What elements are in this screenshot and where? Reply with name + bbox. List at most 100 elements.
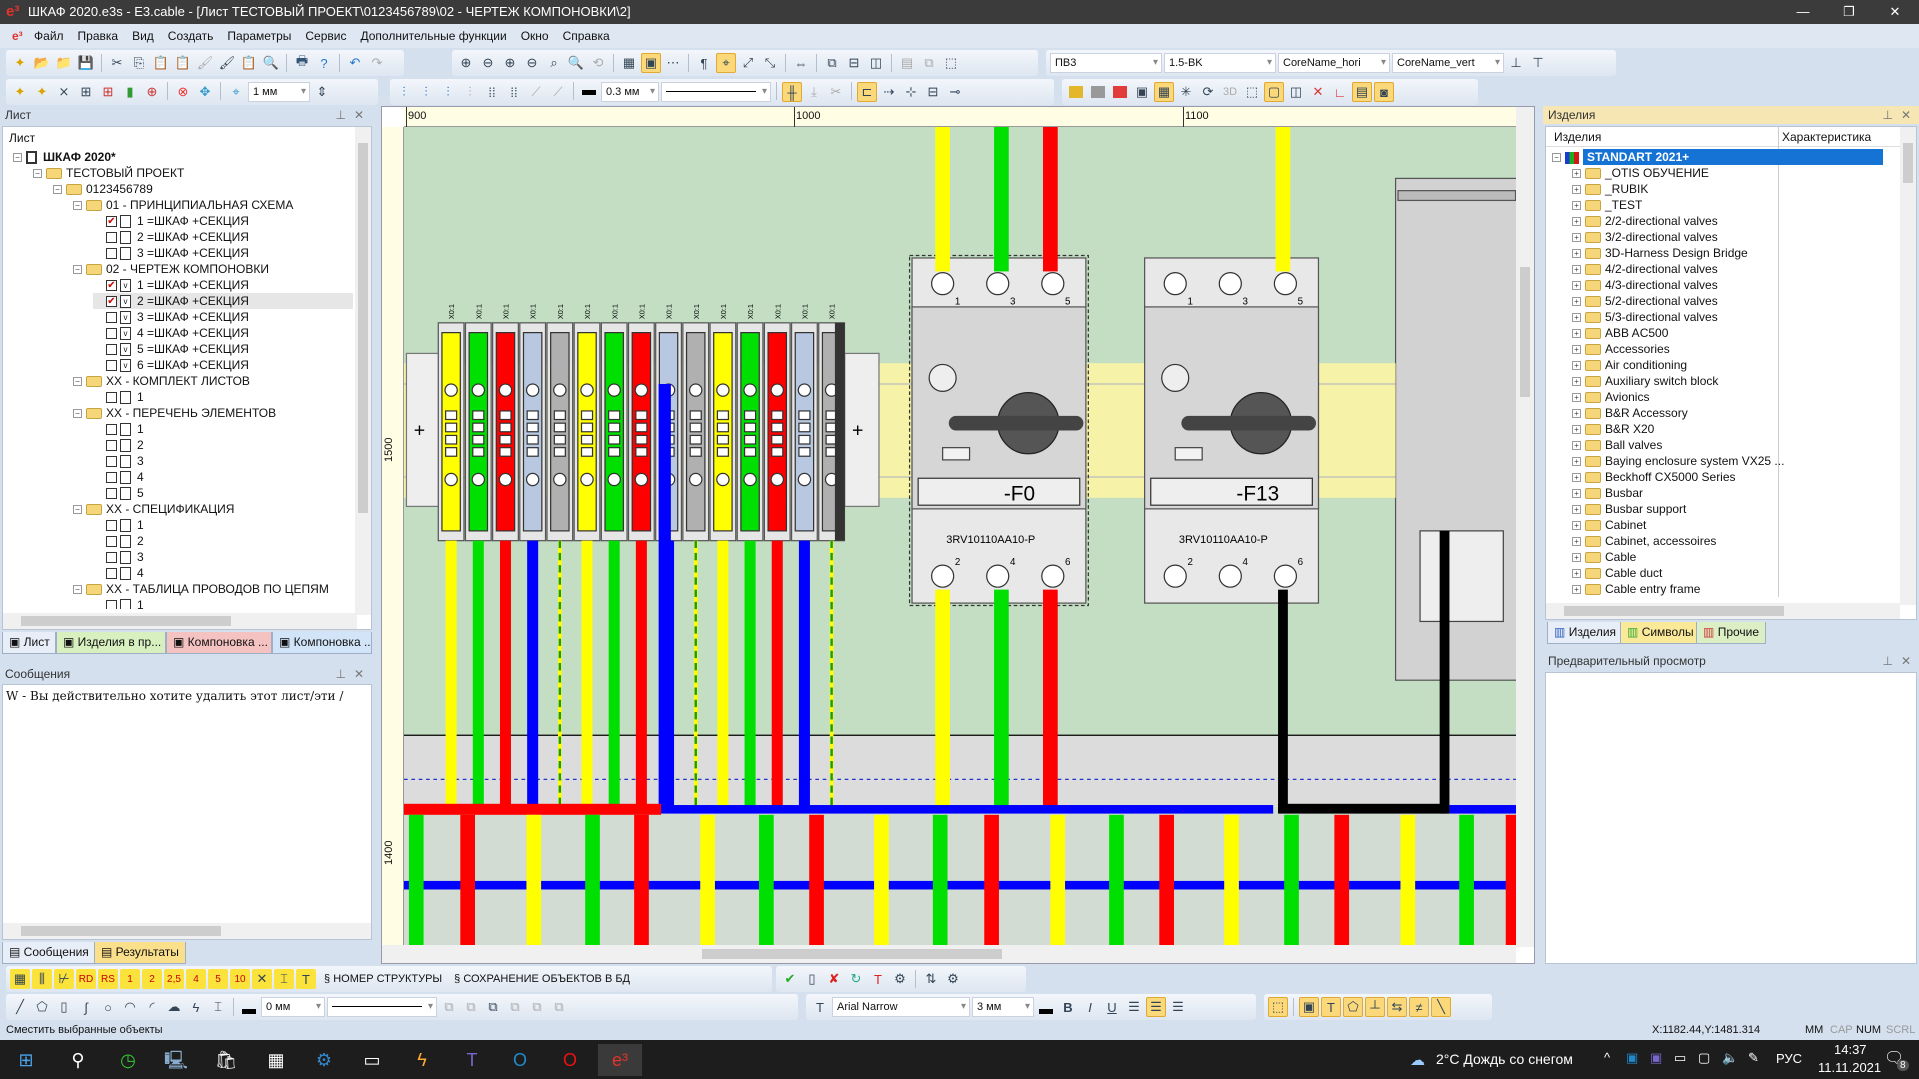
expand-icon[interactable]: + xyxy=(1572,201,1581,211)
expand-icon[interactable]: + xyxy=(1572,457,1581,467)
pin-icon[interactable]: ⊥ xyxy=(336,106,346,124)
tab-sheet-panel[interactable]: ▣ Лист xyxy=(2,632,56,654)
delete-x-icon[interactable]: ⨯ xyxy=(54,82,74,102)
expand-icon[interactable]: + xyxy=(1572,569,1581,579)
tab-sheet-panel[interactable]: ▣ Изделия в пр... xyxy=(56,632,166,654)
fit-view-icon[interactable]: ⤢ xyxy=(738,53,758,73)
terminal-icon[interactable]: ▭ xyxy=(352,1044,392,1076)
dimension-icon[interactable]: ⌶ xyxy=(274,969,294,989)
tree-sheet[interactable]: 2 =ШКАФ +СЕКЦИЯ xyxy=(93,229,249,245)
core-name-vert-select[interactable]: CoreName_vert xyxy=(1392,53,1504,73)
insert-connector-icon[interactable]: ⊕ xyxy=(142,82,162,102)
sort-icon[interactable]: ⇅ xyxy=(921,969,941,989)
tab-other[interactable]: ▥ Прочие xyxy=(1696,622,1767,644)
connect-icon[interactable]: ⇆ xyxy=(1387,997,1407,1017)
grid-icon[interactable]: ▦ xyxy=(10,969,30,989)
tree-sheet[interactable]: 2 xyxy=(93,533,144,549)
language-indicator[interactable]: РУС xyxy=(1776,1051,1802,1066)
tree-folder[interactable]: − ШКАФ 2020* xyxy=(13,149,116,165)
save-icon[interactable]: 💾 xyxy=(76,53,96,73)
sheet-checkbox[interactable]: ✔ xyxy=(106,216,117,228)
expand-icon[interactable]: + xyxy=(1572,521,1581,531)
menu-item[interactable]: Справка xyxy=(563,29,610,43)
app-menu-icon[interactable]: e³ xyxy=(12,29,23,43)
parts-folder[interactable]: + ABB AC500 xyxy=(1572,325,1668,341)
tree-sheet[interactable]: 1 xyxy=(93,517,144,533)
calculator-icon[interactable]: ▦ xyxy=(256,1044,296,1076)
sheet-checkbox[interactable] xyxy=(106,344,117,356)
tree-folder[interactable]: − 01 - ПРИНЦИПИАЛЬНАЯ СХЕМА xyxy=(73,197,293,213)
tree-sheet[interactable]: ✔ v 1 =ШКАФ +СЕКЦИЯ xyxy=(93,277,249,293)
sheet-checkbox[interactable] xyxy=(106,552,117,564)
parts-vscroll[interactable] xyxy=(1900,127,1916,605)
axes-icon[interactable]: ∟ xyxy=(1330,82,1350,102)
tool-t-icon[interactable]: T xyxy=(868,969,888,989)
group-icon[interactable]: ⧉ xyxy=(439,997,459,1017)
zoom-window-icon[interactable]: ⌕ xyxy=(544,53,564,73)
structure-number-button[interactable]: § НОМЕР СТРУКТУРЫ xyxy=(324,973,442,985)
macro-button[interactable]: RD xyxy=(76,969,96,989)
zoom-plus-icon[interactable]: ⊕ xyxy=(500,53,520,73)
expand-icon[interactable]: + xyxy=(1572,313,1581,323)
align-icon[interactable]: ⇔ xyxy=(791,53,811,73)
terminals-icon[interactable]: ⫼ xyxy=(32,969,52,989)
cross-icon[interactable]: ✕ xyxy=(252,969,272,989)
zoom-out-icon[interactable]: ⊖ xyxy=(478,53,498,73)
tree-folder[interactable]: − XX - ПЕРЕЧЕНЬ ЭЛЕМЕНТОВ xyxy=(73,405,276,421)
parts-folder[interactable]: + Cable xyxy=(1572,549,1636,565)
battery-icon[interactable]: ▭ xyxy=(1674,1050,1686,1066)
collapse-icon[interactable]: − xyxy=(73,585,82,595)
model-view-icon[interactable]: ▦ xyxy=(1154,82,1174,102)
parts-folder[interactable]: +3/2-directional valves xyxy=(1572,229,1718,245)
expand-icon[interactable]: + xyxy=(1572,553,1581,563)
parts-folder[interactable]: + Busbar support xyxy=(1572,501,1686,517)
parts-folder[interactable]: + B&R Accessory xyxy=(1572,405,1688,421)
parts-folder[interactable]: +2/2-directional valves xyxy=(1572,213,1718,229)
tree-sheet[interactable]: ✔ v 2 =ШКАФ +СЕКЦИЯ xyxy=(93,293,353,309)
bold-icon[interactable]: B xyxy=(1058,997,1078,1017)
pin-attr-icon[interactable]: ⫶ xyxy=(438,82,458,102)
menu-item[interactable]: Вид xyxy=(132,29,154,43)
tree-folder[interactable]: − XX - КОМПЛЕКТ ЛИСТОВ xyxy=(73,373,250,389)
collapse-icon[interactable]: − xyxy=(73,409,82,419)
core-name-hori-select[interactable]: CoreName_hori xyxy=(1278,53,1390,73)
computer-icon[interactable]: 🖳 xyxy=(156,1044,196,1076)
app-blue-icon[interactable]: ⚙ xyxy=(304,1044,344,1076)
pin-icon[interactable]: ⊥ xyxy=(1883,652,1893,670)
column-header-characteristic[interactable]: Характеристика xyxy=(1782,130,1871,144)
expand-icon[interactable]: + xyxy=(1572,329,1581,339)
sheet-checkbox[interactable] xyxy=(106,248,117,260)
fill-color-icon[interactable] xyxy=(239,997,259,1017)
close-button[interactable]: ✕ xyxy=(1872,0,1918,24)
expand-icon[interactable]: + xyxy=(1572,489,1581,499)
corner-1-icon[interactable]: ⟋ xyxy=(526,82,546,102)
font-select[interactable]: Arial Narrow xyxy=(832,997,970,1017)
pentagon-icon[interactable]: ⬠ xyxy=(1343,997,1363,1017)
outline-icon[interactable]: ▢ xyxy=(1264,82,1284,102)
check-icon[interactable]: ✔ xyxy=(780,969,800,989)
underline-icon[interactable]: U xyxy=(1102,997,1122,1017)
menu-item[interactable]: Параметры xyxy=(227,29,291,43)
zoom-in-icon[interactable]: ⊕ xyxy=(456,53,476,73)
delete-doc-icon[interactable]: ✘ xyxy=(824,969,844,989)
parts-folder[interactable]: +3D-Harness Design Bridge xyxy=(1572,245,1748,261)
grid-icon[interactable]: ▦ xyxy=(619,53,639,73)
e3-app-icon[interactable]: e³ xyxy=(598,1044,642,1076)
tree-folder[interactable]: − 0123456789 xyxy=(53,181,153,197)
settings-gray-icon[interactable]: ⚙ xyxy=(890,969,910,989)
clock-date[interactable]: 11.11.2021 xyxy=(1818,1060,1881,1075)
align-icon[interactable]: ⧉ xyxy=(527,997,547,1017)
parts-folder[interactable]: +5/3-directional valves xyxy=(1572,309,1718,325)
align-right-icon[interactable]: ☰ xyxy=(1168,997,1188,1017)
collapse-icon[interactable]: − xyxy=(73,201,82,211)
insert-terminal-icon[interactable]: ⊞ xyxy=(98,82,118,102)
expand-icon[interactable]: + xyxy=(1572,361,1581,371)
collapse-icon[interactable]: − xyxy=(33,169,42,179)
parts-folder[interactable]: +5/2-directional valves xyxy=(1572,293,1718,309)
cut-icon[interactable]: ✂ xyxy=(107,53,127,73)
expand-icon[interactable]: + xyxy=(1572,505,1581,515)
volume-icon[interactable]: 🔈 xyxy=(1722,1050,1738,1066)
menu-item[interactable]: Окно xyxy=(521,29,549,43)
snap-icon[interactable]: ▣ xyxy=(641,53,661,73)
arc-icon[interactable]: ◠ xyxy=(120,997,140,1017)
